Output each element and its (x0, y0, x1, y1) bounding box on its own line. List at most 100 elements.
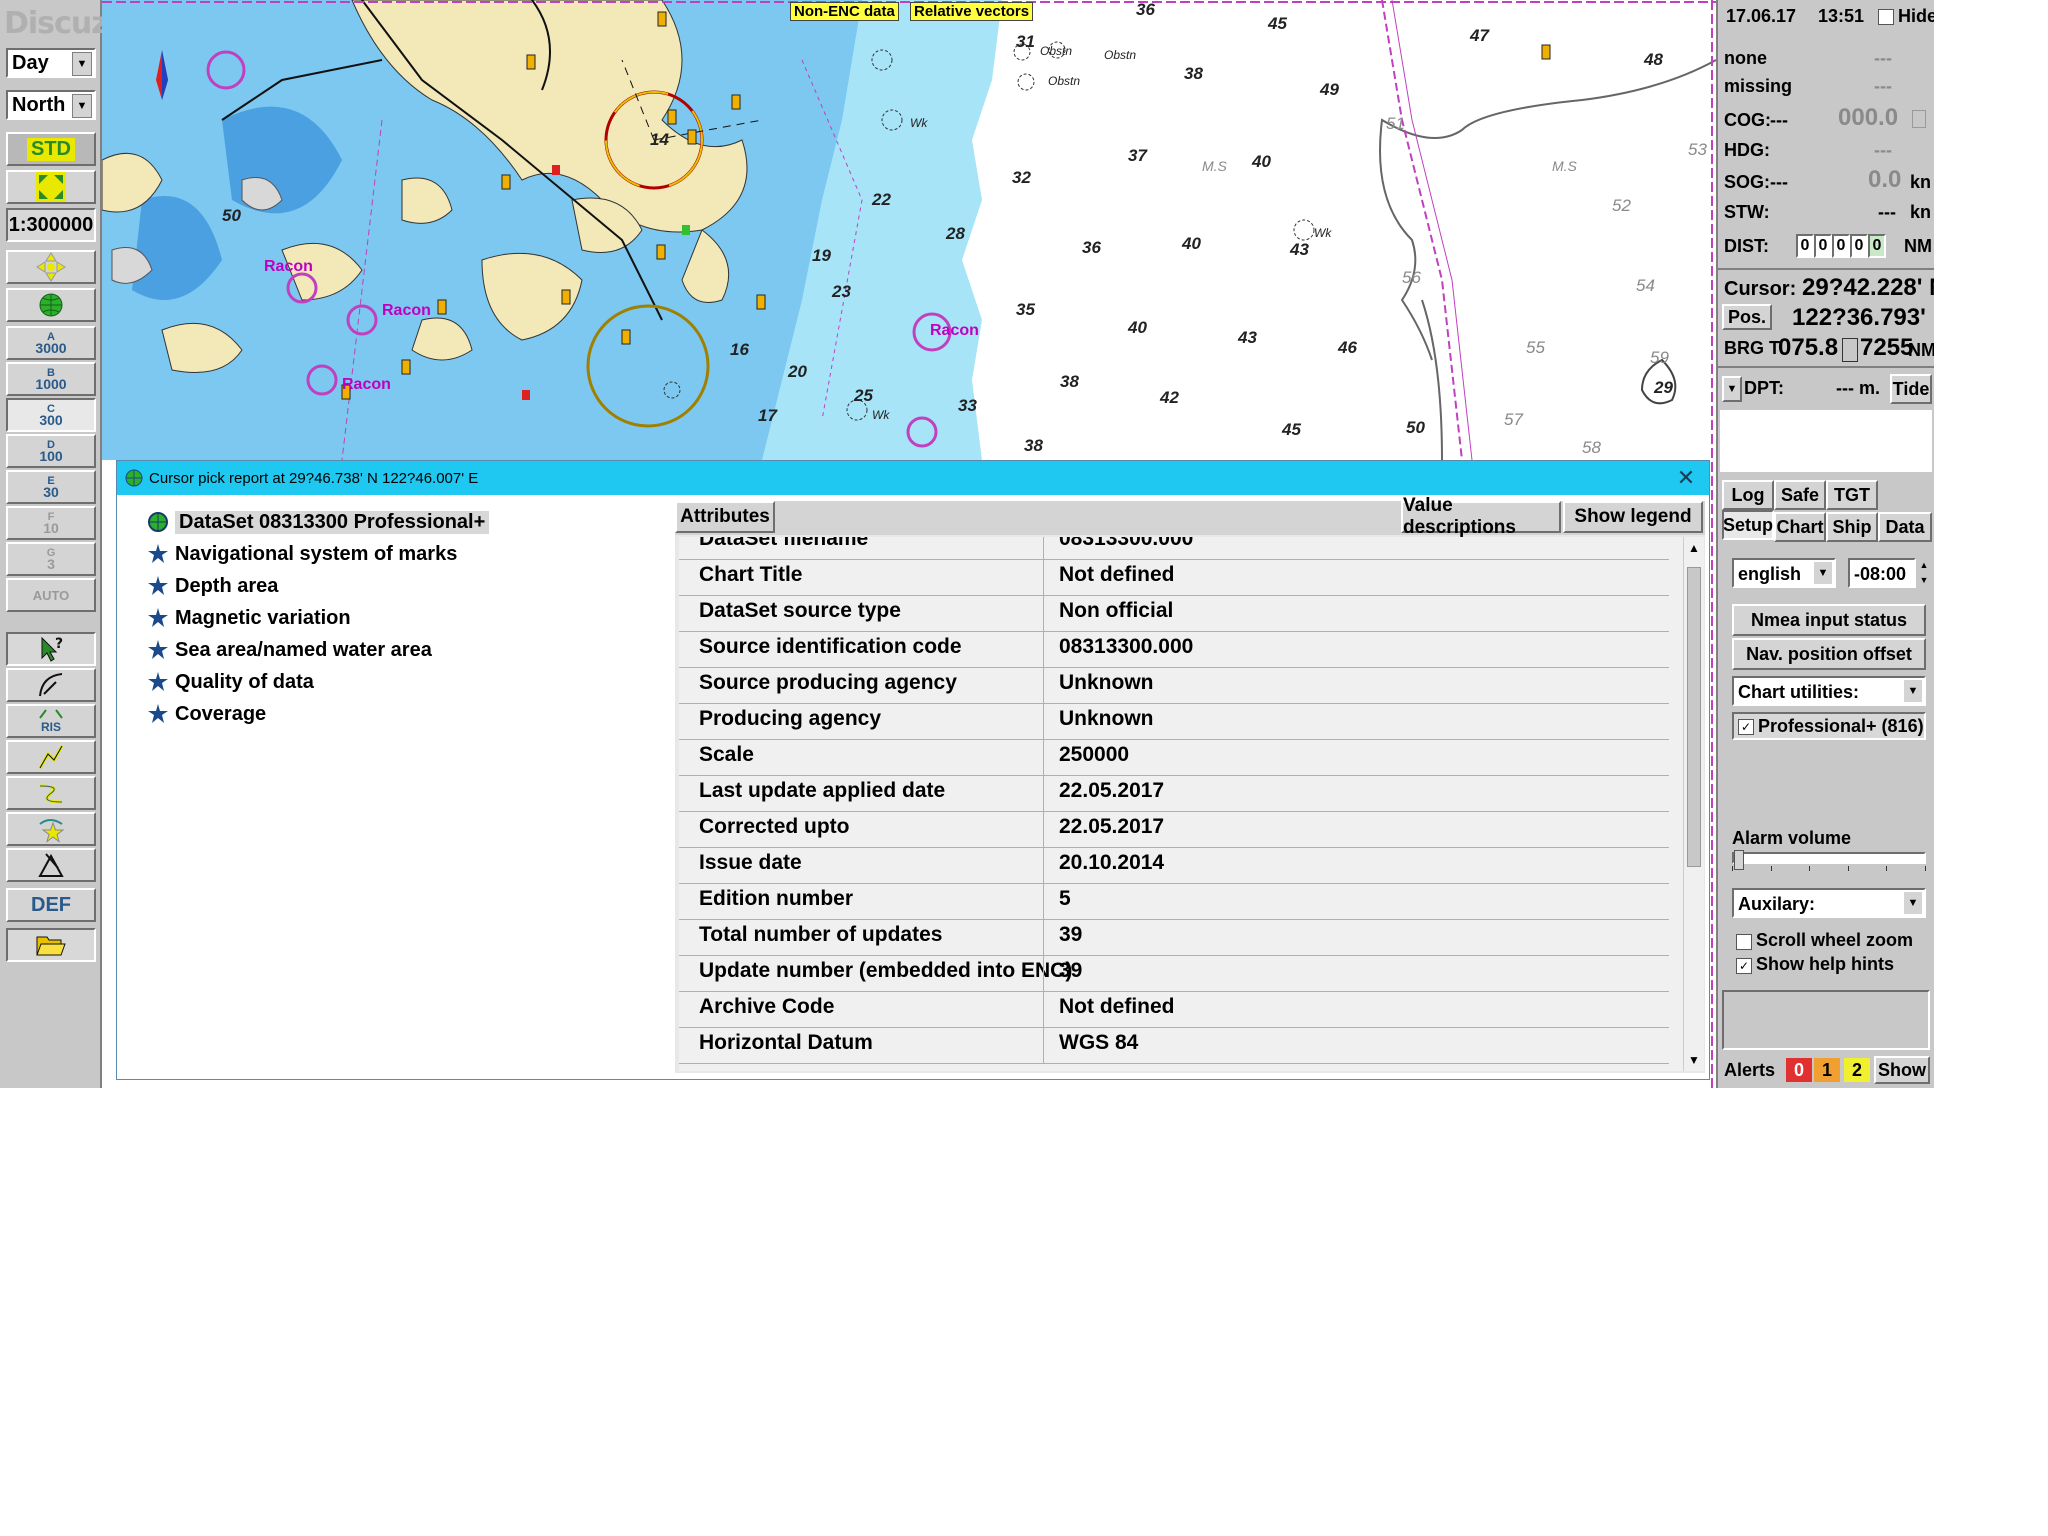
tab-chart[interactable]: Chart (1774, 512, 1826, 542)
table-row[interactable]: Issue date 20.10.2014 (679, 847, 1669, 884)
chart-utilities-select[interactable]: Chart utilities: ▼ (1732, 676, 1926, 706)
show-help-hints-checkbox[interactable]: ✓ (1736, 958, 1752, 974)
racon-label: Racon (930, 322, 979, 339)
table-row[interactable]: Corrected upto 22.05.2017 (679, 811, 1669, 848)
close-button[interactable]: ✕ (1673, 465, 1699, 491)
time-display: 13:51 (1818, 6, 1865, 26)
tab-data[interactable]: Data (1878, 512, 1932, 542)
table-row[interactable]: Edition number 5 (679, 883, 1669, 920)
tree-node-quality-of-data[interactable]: Quality of data (147, 667, 314, 697)
table-row[interactable]: Source identification code 08313300.000 (679, 631, 1669, 668)
table-row[interactable]: Update number (embedded into ENC) 39 (679, 955, 1669, 992)
hide-checkbox[interactable] (1878, 9, 1894, 25)
chevron-down-icon[interactable]: ▼ (1688, 1053, 1700, 1067)
tree-node-dataset[interactable]: DataSet 08313300 Professional+ (147, 507, 490, 537)
track-button[interactable] (6, 776, 96, 810)
scale-b-button[interactable]: B 1000 (6, 362, 96, 396)
tide-button[interactable]: Tide (1890, 374, 1932, 404)
chevron-up-icon[interactable]: ▲ (1688, 541, 1700, 555)
table-row[interactable]: Chart Title Not defined (679, 559, 1669, 596)
professional-checkbox[interactable]: ✓ (1738, 719, 1754, 735)
tab-log[interactable]: Log (1722, 480, 1774, 510)
nav-position-offset-button[interactable]: Nav. position offset (1732, 638, 1926, 670)
draw-tools-button[interactable] (6, 848, 96, 882)
scale-c-button[interactable]: C 300 (6, 398, 96, 432)
orientation-select[interactable]: North ▼ (6, 90, 96, 120)
show-help-hints-label: Show help hints (1756, 954, 1894, 974)
timezone-offset-value: -08:00 (1854, 564, 1907, 584)
tree-node-label: DataSet 08313300 Professional+ (175, 510, 490, 534)
svg-text:?: ? (55, 636, 63, 652)
table-row[interactable]: Archive Code Not defined (679, 991, 1669, 1028)
wk-label: Wk (910, 116, 928, 130)
fit-view-button[interactable] (6, 170, 96, 204)
table-row[interactable]: Source producing agency Unknown (679, 667, 1669, 704)
pos-button[interactable]: Pos. (1722, 304, 1772, 330)
globe-button[interactable] (6, 288, 96, 322)
auxilary-select[interactable]: Auxilary: ▼ (1732, 888, 1926, 918)
attributes-table: DataSet filename 08313300.000 Chart Title… (679, 537, 1683, 1071)
non-enc-data-tag[interactable]: Non-ENC data (790, 2, 899, 21)
dialog-titlebar[interactable]: Cursor pick report at 29?46.738' N 122?4… (117, 461, 1709, 495)
alarm-count-badge[interactable]: 0 (1786, 1058, 1812, 1082)
warning-count-badge[interactable]: 1 (1814, 1058, 1840, 1082)
ebl-vrm-button[interactable] (6, 668, 96, 702)
table-row[interactable]: Producing agency Unknown (679, 703, 1669, 740)
tab-tgt[interactable]: TGT (1826, 480, 1878, 510)
table-row[interactable]: DataSet source type Non official (679, 595, 1669, 632)
table-row[interactable]: DataSet filename 08313300.000 (679, 537, 1669, 560)
auto-scale-button[interactable]: AUTO (6, 578, 96, 612)
pick-report-button[interactable]: ? (6, 632, 96, 666)
attribute-name: Issue date (699, 851, 802, 874)
attribute-value: 08313300.000 (1059, 635, 1194, 658)
table-row[interactable]: Horizontal Datum WGS 84 (679, 1027, 1669, 1064)
tab-attributes[interactable]: Attributes (675, 501, 775, 533)
timezone-offset-input[interactable]: -08:00 (1848, 558, 1916, 588)
attributes-scrollbar[interactable]: ▲ ▼ (1683, 537, 1704, 1071)
tree-node-depth-area[interactable]: Depth area (147, 571, 278, 601)
show-alerts-button[interactable]: Show (1874, 1056, 1930, 1084)
alarm-volume-slider[interactable] (1732, 850, 1926, 870)
route-button[interactable] (6, 740, 96, 774)
scale-a-button[interactable]: A 3000 (6, 326, 96, 360)
tree-node-sea-area[interactable]: Sea area/named water area (147, 635, 432, 665)
tab-setup[interactable]: Setup (1722, 510, 1774, 540)
dist-digit: 0 (1796, 234, 1814, 258)
scroll-wheel-zoom-checkbox[interactable] (1736, 934, 1752, 950)
tree-node-magnetic-variation[interactable]: Magnetic variation (147, 603, 351, 633)
scale-d-button[interactable]: D 100 (6, 434, 96, 468)
tree-node-navsystem[interactable]: Navigational system of marks (147, 539, 457, 569)
def-button[interactable]: DEF (6, 888, 96, 922)
attribute-value: 08313300.000 (1059, 537, 1194, 550)
favorites-button[interactable] (6, 812, 96, 846)
tree-node-label: Magnetic variation (175, 606, 351, 629)
language-select[interactable]: english ▼ (1732, 558, 1836, 588)
table-row[interactable]: Scale 250000 (679, 739, 1669, 776)
nmea-input-status-button[interactable]: Nmea input status (1732, 604, 1926, 636)
timezone-stepper[interactable]: ▲ ▼ (1916, 558, 1932, 588)
relative-vectors-tag[interactable]: Relative vectors (910, 2, 1034, 21)
tab-ship[interactable]: Ship (1826, 512, 1878, 542)
info-blank-area (1720, 410, 1932, 472)
tab-safe[interactable]: Safe (1774, 480, 1826, 510)
open-folder-button[interactable] (6, 928, 96, 962)
value-descriptions-button[interactable]: Value descriptions (1401, 495, 1561, 538)
scale-g-button[interactable]: G3 (6, 542, 96, 576)
table-row[interactable]: Last update applied date 22.05.2017 (679, 775, 1669, 812)
stw-unit: kn (1910, 202, 1932, 222)
professional-license-row[interactable]: ✓ Professional+ (816) (1732, 712, 1926, 740)
scrollbar-thumb[interactable] (1687, 567, 1701, 867)
std-button[interactable]: STD (6, 132, 96, 166)
ris-button[interactable]: RIS (6, 704, 96, 738)
track-curve-icon (39, 784, 63, 804)
display-mode-select[interactable]: Day ▼ (6, 48, 96, 78)
show-legend-button[interactable]: Show legend (1563, 501, 1703, 533)
scale-e-button[interactable]: E 30 (6, 470, 96, 504)
center-ship-button[interactable] (6, 250, 96, 284)
scale-f-button[interactable]: F 10 (6, 506, 96, 540)
caution-count-badge[interactable]: 2 (1844, 1058, 1870, 1082)
tree-node-coverage[interactable]: Coverage (147, 699, 266, 729)
dpt-dropdown-button[interactable]: ▼ (1722, 376, 1742, 402)
table-row[interactable]: Total number of updates 39 (679, 919, 1669, 956)
star-feature-icon (148, 640, 168, 659)
